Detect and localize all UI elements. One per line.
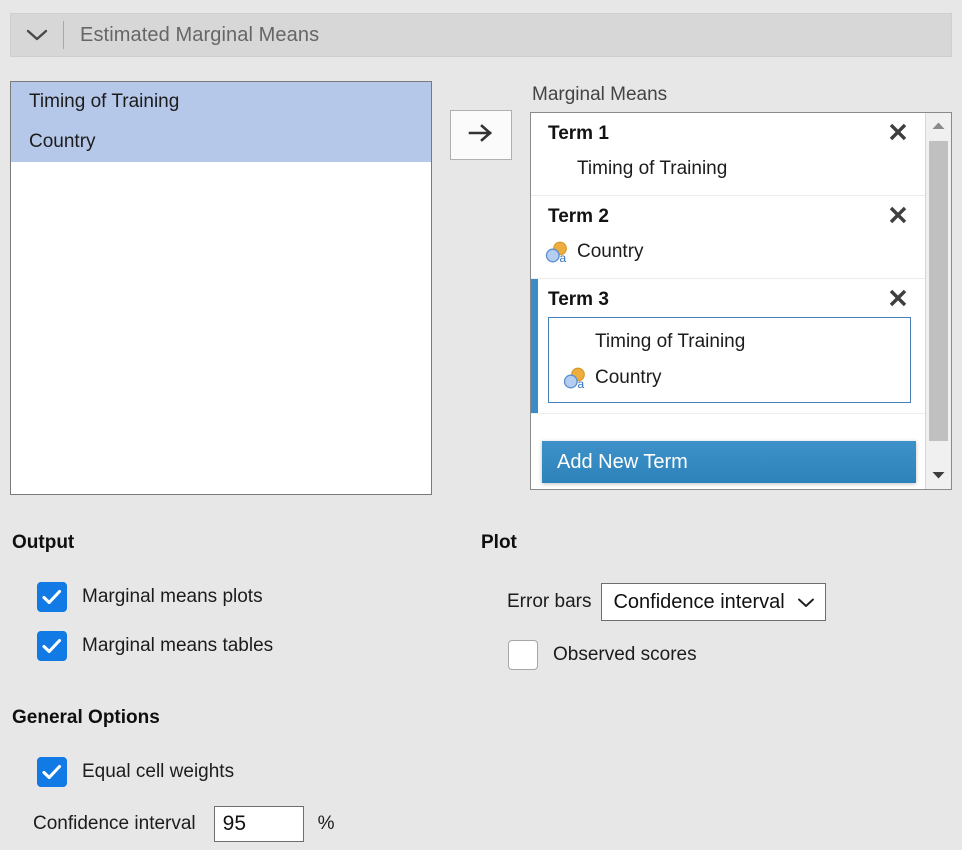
term-variable-label: Country	[595, 367, 662, 388]
option-observed-scores[interactable]: Observed scores	[508, 640, 697, 670]
panel-header[interactable]: Estimated Marginal Means	[10, 13, 952, 57]
term-variable-item[interactable]: a Country	[531, 234, 925, 270]
term-variable-label: Timing of Training	[595, 331, 746, 352]
term-variable-label: Timing of Training	[577, 158, 728, 179]
available-variables-list[interactable]: Timing of Training Country	[10, 81, 432, 495]
general-options-group-title: General Options	[12, 707, 160, 728]
remove-term-button[interactable]	[885, 121, 911, 147]
collapse-toggle[interactable]	[11, 14, 63, 56]
svg-text:a: a	[578, 377, 585, 390]
term-variable-label: Country	[577, 241, 644, 262]
nominal-text-icon: a	[561, 365, 591, 391]
close-icon	[887, 121, 909, 148]
error-bars-select[interactable]: Confidence interval	[601, 583, 826, 621]
available-variable-item[interactable]: Timing of Training	[11, 82, 431, 122]
output-group-title: Output	[12, 532, 75, 553]
term-header: Term 2	[531, 196, 925, 232]
add-to-marginal-means-button[interactable]	[450, 110, 512, 160]
remove-term-button[interactable]	[885, 204, 911, 230]
marginal-means-panel[interactable]: Term 1 Timing of Training Term 2 a Country Te…	[530, 112, 952, 490]
term-title: Term 2	[548, 206, 609, 227]
observed-scores-checkbox[interactable]	[508, 640, 538, 670]
confidence-interval-input[interactable]	[213, 806, 304, 842]
option-marginal-means-tables[interactable]: Marginal means tables	[37, 631, 273, 661]
term-variable-list: a Country	[531, 232, 925, 270]
term-block[interactable]: Term 1 Timing of Training	[531, 113, 925, 196]
marginal-means-tables-label: Marginal means tables	[82, 635, 274, 656]
term-variable-item[interactable]: a Country	[549, 360, 910, 396]
term-title: Term 3	[548, 289, 609, 310]
confidence-interval-row: Confidence interval %	[33, 806, 335, 842]
marginal-means-plots-label: Marginal means plots	[82, 586, 263, 607]
close-icon	[887, 204, 909, 231]
marginal-means-terms-container: Term 1 Timing of Training Term 2 a Country Te…	[531, 113, 925, 489]
term-title: Term 1	[548, 123, 609, 144]
arrow-right-icon	[466, 122, 496, 149]
marginal-means-tables-checkbox[interactable]	[37, 631, 67, 661]
scrollbar-thumb[interactable]	[929, 141, 948, 441]
scroll-up-button[interactable]	[926, 115, 951, 137]
term-variable-list: Timing of Training a Country	[548, 317, 911, 403]
option-marginal-means-plots[interactable]: Marginal means plots	[37, 582, 263, 612]
close-icon	[887, 287, 909, 314]
term-variable-item[interactable]: Timing of Training	[549, 324, 910, 360]
marginal-means-label: Marginal Means	[532, 84, 668, 105]
marginal-means-scrollbar[interactable]	[925, 113, 951, 489]
chevron-down-icon	[26, 28, 48, 42]
term-variable-list: Timing of Training	[531, 149, 925, 187]
term-block[interactable]: Term 3 Timing of Training a Country	[531, 279, 925, 414]
error-bars-row: Error bars Confidence interval	[507, 583, 826, 621]
marginal-means-plots-checkbox[interactable]	[37, 582, 67, 612]
confidence-interval-label: Confidence interval	[33, 813, 196, 834]
term-variable-item[interactable]: Timing of Training	[531, 151, 925, 187]
svg-text:a: a	[560, 251, 567, 264]
equal-cell-weights-label: Equal cell weights	[82, 761, 235, 782]
term-block[interactable]: Term 2 a Country	[531, 196, 925, 279]
error-bars-label: Error bars	[507, 591, 592, 612]
available-variable-item[interactable]: Country	[11, 122, 431, 162]
chevron-down-icon	[797, 597, 815, 608]
remove-term-button[interactable]	[885, 287, 911, 313]
nominal-text-icon: a	[543, 239, 573, 265]
plot-group-title: Plot	[481, 532, 517, 553]
percent-symbol: %	[317, 813, 335, 834]
option-equal-cell-weights[interactable]: Equal cell weights	[37, 757, 234, 787]
term-header: Term 3	[531, 279, 925, 315]
caret-up-icon	[931, 117, 946, 135]
error-bars-value: Confidence interval	[613, 590, 785, 613]
term-header: Term 1	[531, 113, 925, 149]
caret-down-icon	[931, 467, 946, 485]
scroll-down-button[interactable]	[926, 465, 951, 487]
page-title: Estimated Marginal Means	[80, 23, 320, 46]
observed-scores-label: Observed scores	[553, 644, 697, 665]
equal-cell-weights-checkbox[interactable]	[37, 757, 67, 787]
add-new-term-button[interactable]: Add New Term	[542, 441, 916, 483]
